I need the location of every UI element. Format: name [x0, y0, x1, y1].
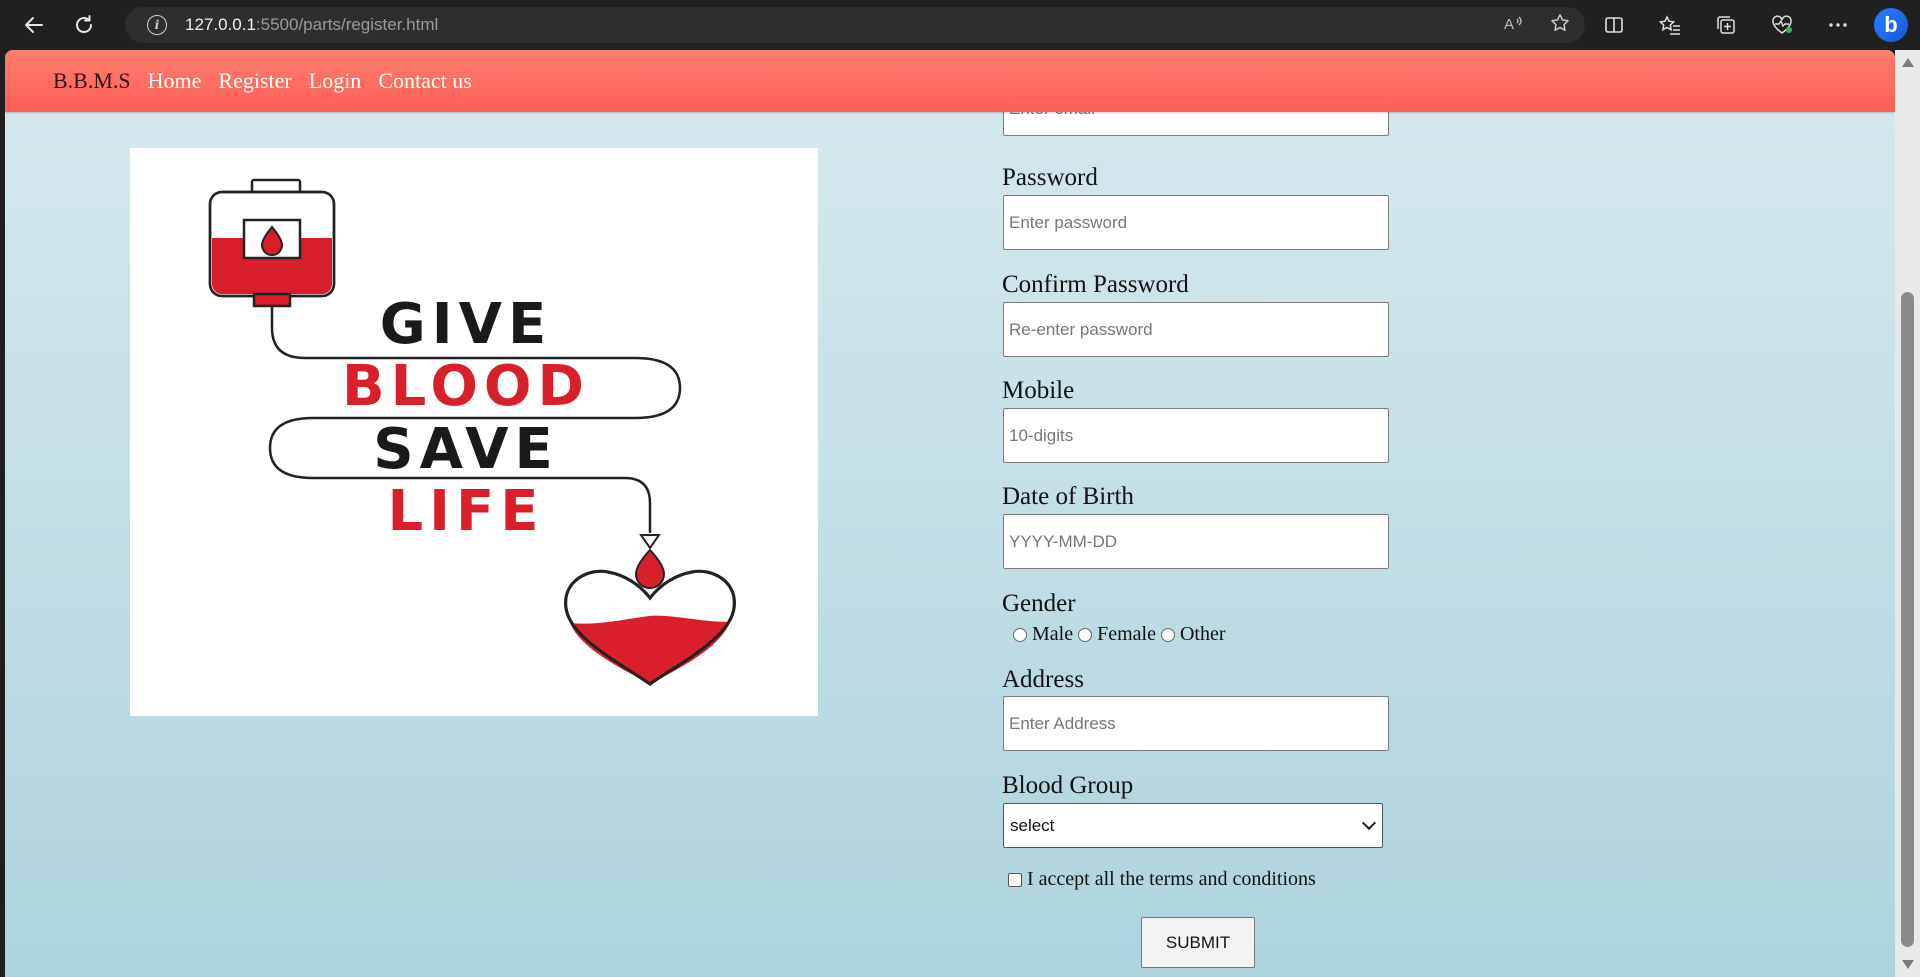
poster-line-life: LIFE — [387, 479, 544, 544]
split-screen-icon[interactable] — [1586, 5, 1642, 45]
dob-field[interactable] — [1003, 514, 1389, 569]
gender-option-female[interactable]: Female — [1078, 623, 1156, 646]
gender-option-other[interactable]: Other — [1160, 623, 1226, 646]
chevron-down-icon — [1361, 815, 1377, 831]
nav-link-login[interactable]: Login — [309, 68, 362, 94]
svg-text:A: A — [1504, 16, 1514, 33]
scroll-down-icon[interactable] — [1902, 960, 1914, 969]
give-blood-poster: GIVE BLOOD SAVE LIFE — [130, 148, 818, 716]
url-text: 127.0.0.1:5500/parts/register.html — [185, 15, 439, 34]
browser-essentials-icon[interactable] — [1754, 5, 1810, 45]
confirm-password-label: Confirm Password — [1002, 271, 1189, 298]
poster-line-save: SAVE — [373, 417, 558, 482]
radio-male[interactable] — [1013, 627, 1027, 642]
mobile-label: Mobile — [1002, 377, 1075, 404]
read-aloud-icon[interactable]: A — [1503, 13, 1525, 38]
favorites-icon[interactable] — [1642, 5, 1698, 45]
page-viewport: GIVE BLOOD SAVE LIFE Password Confirm Pa… — [5, 50, 1895, 977]
scroll-up-icon[interactable] — [1902, 58, 1914, 67]
site-info-icon[interactable]: i — [147, 15, 167, 35]
blood-group-select[interactable]: select — [1003, 803, 1383, 848]
address-bar[interactable]: i 127.0.0.1:5500/parts/register.html A — [125, 7, 1585, 43]
terms-label: I accept all the terms and conditions — [1027, 868, 1316, 890]
nav-link-home[interactable]: Home — [148, 68, 202, 94]
refresh-icon[interactable] — [64, 5, 104, 45]
confirm-password-field[interactable] — [1003, 302, 1389, 357]
poster-line-blood: BLOOD — [342, 354, 590, 419]
nav-link-contact[interactable]: Contact us — [378, 68, 472, 94]
radio-other[interactable] — [1160, 627, 1175, 642]
dob-label: Date of Birth — [1002, 483, 1134, 510]
radio-female[interactable] — [1078, 627, 1093, 642]
blood-group-label: Blood Group — [1002, 772, 1134, 799]
gender-option-male[interactable]: Male — [1013, 623, 1073, 646]
nav-link-register[interactable]: Register — [218, 68, 291, 94]
gender-label: Gender — [1002, 590, 1076, 617]
copilot-icon[interactable]: b — [1874, 8, 1908, 42]
password-label: Password — [1002, 164, 1098, 191]
password-field[interactable] — [1003, 195, 1389, 250]
collections-icon[interactable] — [1698, 5, 1754, 45]
poster-line-give: GIVE — [380, 292, 552, 357]
favorite-star-icon[interactable] — [1549, 12, 1571, 39]
scrollbar-thumb[interactable] — [1901, 292, 1914, 947]
address-label: Address — [1002, 666, 1084, 693]
top-navbar: B.B.M.S Home Register Login Contact us — [5, 50, 1895, 112]
submit-button[interactable]: SUBMIT — [1141, 917, 1255, 968]
gender-options: Male Female Other — [1013, 623, 1231, 646]
mobile-field[interactable] — [1003, 408, 1389, 463]
brand-link[interactable]: B.B.M.S — [53, 68, 131, 94]
terms-checkbox[interactable] — [1008, 872, 1022, 887]
browser-toolbar: i 127.0.0.1:5500/parts/register.html A b — [0, 0, 1920, 50]
back-icon[interactable] — [14, 5, 54, 45]
page-scrollbar[interactable] — [1895, 50, 1920, 977]
more-options-icon[interactable] — [1810, 5, 1866, 45]
terms-row: I accept all the terms and conditions — [1008, 868, 1316, 891]
address-field[interactable] — [1003, 696, 1389, 751]
